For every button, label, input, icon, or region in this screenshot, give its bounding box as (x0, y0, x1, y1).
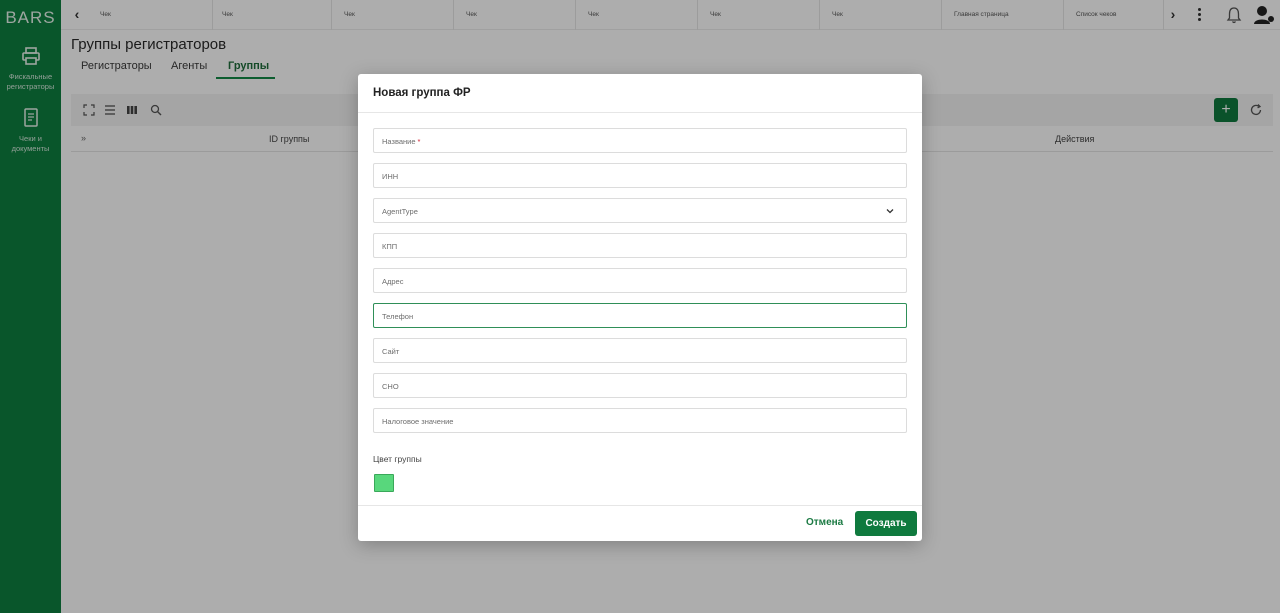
phone-field[interactable]: Телефон (373, 303, 907, 328)
address-placeholder: Адрес (382, 277, 404, 286)
agent-type-placeholder: AgentType (382, 207, 418, 216)
tax-value-field[interactable]: Налоговое значение (373, 408, 907, 433)
tax-system-placeholder: СНО (382, 382, 399, 391)
required-marker: * (417, 137, 421, 146)
dialog-footer: Отмена Создать (358, 505, 922, 541)
inn-field[interactable]: ИНН (373, 163, 907, 188)
create-button[interactable]: Создать (855, 511, 917, 536)
website-placeholder: Сайт (382, 347, 400, 356)
chevron-down-icon (886, 209, 894, 214)
phone-placeholder: Телефон (382, 312, 414, 321)
address-field[interactable]: Адрес (373, 268, 907, 293)
tax-value-placeholder: Налоговое значение (382, 417, 454, 426)
cancel-button[interactable]: Отмена (806, 517, 843, 528)
website-field[interactable]: Сайт (373, 338, 907, 363)
name-field[interactable]: Название * (373, 128, 907, 153)
inn-placeholder: ИНН (382, 172, 399, 181)
dialog-header: Новая группа ФР (358, 74, 922, 113)
new-group-dialog: Новая группа ФР Название * ИНН AgentType … (358, 74, 922, 541)
dialog-title: Новая группа ФР (373, 87, 471, 99)
agent-type-select[interactable]: AgentType (373, 198, 907, 223)
group-color-swatch[interactable] (374, 474, 394, 492)
tax-system-field[interactable]: СНО (373, 373, 907, 398)
group-color-label: Цвет группы (373, 454, 422, 464)
kpp-placeholder: КПП (382, 242, 398, 251)
name-placeholder: Название * (382, 137, 421, 146)
kpp-field[interactable]: КПП (373, 233, 907, 258)
